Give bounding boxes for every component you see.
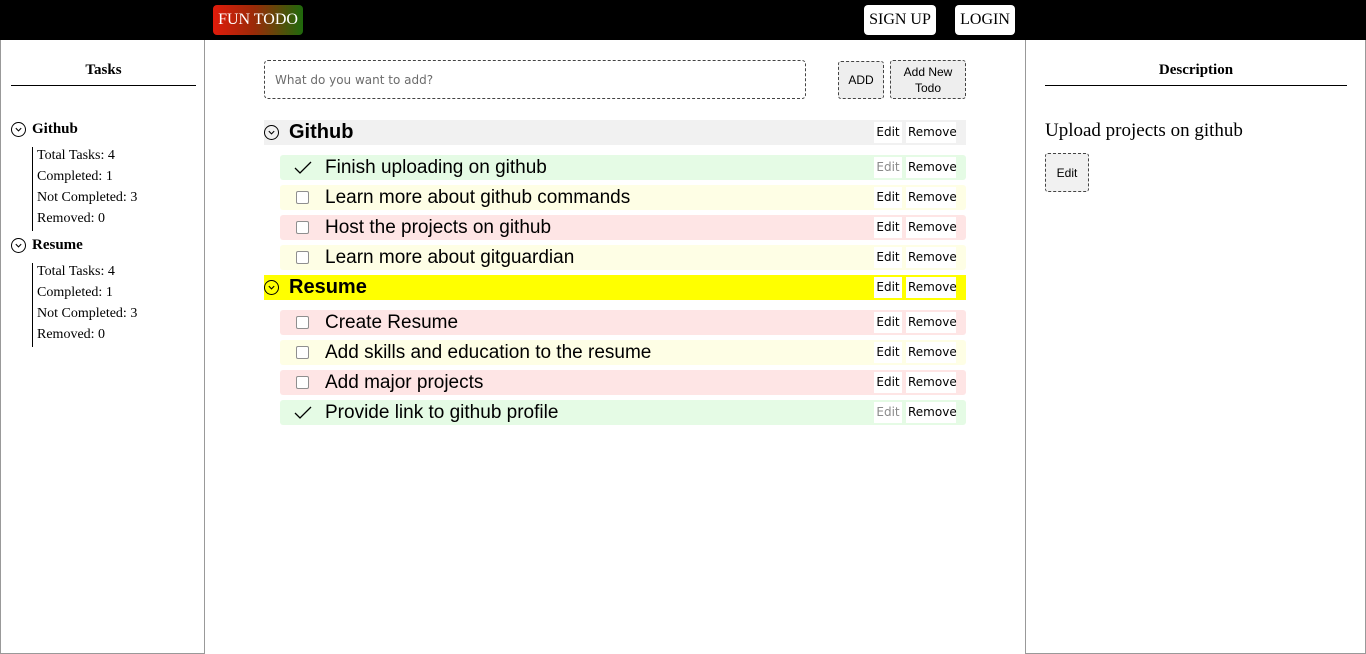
remove-button[interactable]: Remove: [906, 187, 957, 208]
remove-button[interactable]: Remove: [906, 247, 957, 268]
task-row[interactable]: Add skills and education to the resume E…: [280, 340, 966, 365]
description-panel: Description Upload projects on github Ed…: [1025, 40, 1366, 654]
description-text: Upload projects on github: [1045, 120, 1243, 141]
remove-button[interactable]: Remove: [906, 372, 957, 393]
sidebar-group-resume: Resume Total Tasks: 4 Completed: 1 Not C…: [11, 235, 196, 347]
category-title: Resume: [289, 276, 367, 298]
edit-button[interactable]: Edit: [874, 217, 902, 238]
edit-button[interactable]: Edit: [874, 187, 902, 208]
todo-input[interactable]: [264, 60, 806, 99]
login-button[interactable]: LOGIN: [955, 5, 1015, 35]
task-label: Learn more about gitguardian: [325, 246, 575, 268]
checkmark-icon[interactable]: [280, 161, 325, 175]
task-label: Create Resume: [325, 311, 459, 333]
edit-button[interactable]: Edit: [874, 157, 902, 178]
sidebar-group-name: Github: [32, 120, 78, 137]
chevron-down-icon[interactable]: [264, 280, 279, 295]
tasks-sidebar: Tasks Github Total Tasks: 4 Completed: 1…: [0, 40, 205, 654]
stat-removed: Removed: 0: [37, 327, 106, 342]
task-label: Provide link to github profile: [325, 401, 559, 423]
remove-button[interactable]: Remove: [906, 122, 957, 143]
remove-button[interactable]: Remove: [906, 312, 957, 333]
sidebar-group-github: Github Total Tasks: 4 Completed: 1 Not C…: [11, 119, 196, 231]
sidebar-group-stats: Total Tasks: 4 Completed: 1 Not Complete…: [32, 147, 196, 231]
stat-total-tasks: Total Tasks: 4: [37, 264, 115, 279]
task-label: Learn more about github commands: [325, 186, 631, 208]
edit-button[interactable]: Edit: [874, 312, 902, 333]
task-row[interactable]: Create Resume Edit Remove: [280, 310, 966, 335]
stat-not-completed: Not Completed: 3: [37, 190, 138, 205]
task-row[interactable]: Host the projects on github Edit Remove: [280, 215, 966, 240]
task-label: Add major projects: [325, 371, 484, 393]
remove-button[interactable]: Remove: [906, 402, 957, 423]
add-new-label-line1: Add New: [903, 64, 953, 79]
task-row[interactable]: Add major projects Edit Remove: [280, 370, 966, 395]
description-edit-button[interactable]: Edit: [1045, 153, 1089, 192]
chevron-down-icon[interactable]: [11, 121, 26, 137]
remove-button[interactable]: Remove: [906, 342, 957, 363]
sidebar-group-name: Resume: [32, 236, 83, 253]
chevron-down-icon[interactable]: [264, 125, 279, 140]
tasks-sidebar-title: Tasks: [11, 62, 196, 86]
edit-button[interactable]: Edit: [874, 372, 902, 393]
sidebar-group-title[interactable]: Resume: [11, 235, 196, 255]
chevron-down-icon[interactable]: [11, 237, 26, 253]
edit-button[interactable]: Edit: [874, 247, 902, 268]
edit-button[interactable]: Edit: [874, 122, 902, 143]
task-checkbox[interactable]: [296, 251, 309, 264]
description-title: Description: [1045, 62, 1347, 86]
task-row[interactable]: Finish uploading on github Edit Remove: [280, 155, 966, 180]
stat-total-tasks: Total Tasks: 4: [37, 148, 115, 163]
edit-button[interactable]: Edit: [874, 277, 902, 298]
add-new-todo-button[interactable]: Add New Todo: [890, 60, 966, 99]
add-button[interactable]: ADD: [838, 61, 884, 99]
remove-button[interactable]: Remove: [906, 277, 957, 298]
task-checkbox[interactable]: [296, 346, 309, 359]
stat-completed: Completed: 1: [37, 169, 113, 184]
edit-button[interactable]: Edit: [874, 402, 902, 423]
task-label: Finish uploading on github: [325, 156, 547, 178]
remove-button[interactable]: Remove: [906, 157, 957, 178]
task-row[interactable]: Learn more about github commands Edit Re…: [280, 185, 966, 210]
category-row-resume[interactable]: Resume Edit Remove: [264, 275, 966, 300]
task-label: Add skills and education to the resume: [325, 341, 652, 363]
task-row[interactable]: Learn more about gitguardian Edit Remove: [280, 245, 966, 270]
checkmark-icon[interactable]: [280, 406, 325, 420]
add-new-label-line2: Todo: [914, 80, 941, 95]
stat-not-completed: Not Completed: 3: [37, 306, 138, 321]
stat-completed: Completed: 1: [37, 285, 113, 300]
sidebar-group-stats: Total Tasks: 4 Completed: 1 Not Complete…: [32, 263, 196, 347]
task-checkbox[interactable]: [296, 376, 309, 389]
remove-button[interactable]: Remove: [906, 217, 957, 238]
sidebar-group-title[interactable]: Github: [11, 119, 196, 139]
task-row[interactable]: Provide link to github profile Edit Remo…: [280, 400, 966, 425]
signup-button[interactable]: SIGN UP: [864, 5, 936, 35]
top-navbar: FUN TODO SIGN UP LOGIN: [0, 0, 1366, 40]
stat-removed: Removed: 0: [37, 211, 106, 226]
category-row-github[interactable]: Github Edit Remove: [264, 120, 966, 145]
edit-button[interactable]: Edit: [874, 342, 902, 363]
task-checkbox[interactable]: [296, 191, 309, 204]
task-checkbox[interactable]: [296, 221, 309, 234]
task-label: Host the projects on github: [325, 216, 552, 238]
category-title: Github: [289, 121, 354, 143]
task-checkbox[interactable]: [296, 316, 309, 329]
brand-logo[interactable]: FUN TODO: [213, 5, 303, 35]
